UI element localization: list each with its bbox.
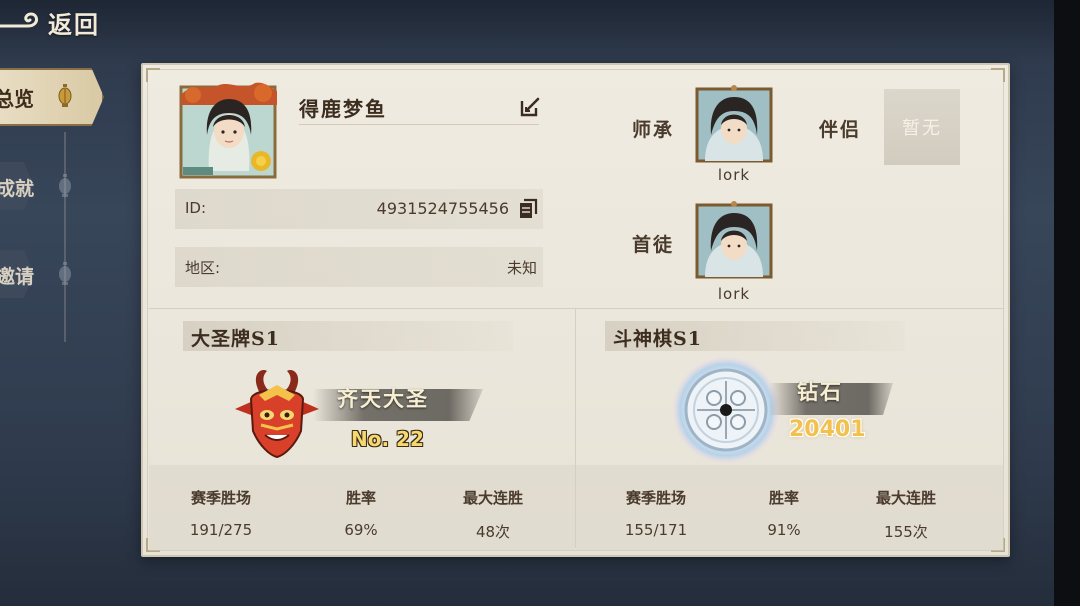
region-label: 地区:	[185, 259, 221, 277]
disciple-avatar[interactable]	[695, 201, 773, 279]
panel-corner	[991, 68, 1005, 82]
partner-slot[interactable]: 暂无	[884, 89, 960, 165]
section-divider	[149, 308, 1004, 309]
stat-win-rate: 胜率 69%	[306, 487, 416, 539]
stat-label: 胜率	[345, 489, 376, 507]
tab-invite-label: 邀请	[0, 265, 35, 288]
tab-achievements[interactable]: 成就	[0, 158, 80, 216]
partner-label: 伴侣	[819, 119, 862, 141]
stat-label: 赛季胜场	[190, 489, 251, 507]
profile-panel: 得鹿梦鱼 ID: 4931524755456 地区: 未知 师承 lork 伴侣…	[141, 63, 1010, 557]
player-name: 得鹿梦鱼	[299, 97, 387, 121]
partner-value: 暂无	[902, 118, 942, 139]
id-label: ID:	[185, 199, 207, 217]
stat-win-rate: 胜率 91%	[729, 487, 839, 539]
master-name: lork	[717, 166, 751, 184]
id-value: 4931524755456	[376, 199, 509, 218]
monkey-king-rank-icon	[235, 370, 319, 459]
mode-title-monkey-card: 大圣牌S1	[191, 328, 280, 350]
lantern-icon	[59, 262, 71, 285]
stat-label: 赛季胜场	[625, 489, 686, 507]
stat-value: 69%	[344, 521, 378, 539]
stat-value: 91%	[767, 521, 801, 539]
stat-season-wins: 赛季胜场 191/275	[166, 487, 276, 539]
stat-value: 155次	[884, 523, 928, 541]
back-swirl-icon	[0, 12, 38, 28]
disciple-label: 首徒	[632, 234, 675, 256]
master-avatar[interactable]	[695, 85, 773, 163]
rank-number: No. 22	[351, 427, 424, 451]
tab-achievements-label: 成就	[0, 177, 35, 200]
stat-value: 48次	[475, 523, 511, 541]
region-row: 地区: 未知	[175, 247, 543, 287]
tab-overview[interactable]: 总览	[0, 68, 112, 126]
copy-icon[interactable]	[517, 198, 539, 220]
stat-season-wins: 赛季胜场 155/171	[601, 487, 711, 539]
stat-label: 最大连胜	[875, 489, 936, 507]
lantern-icon	[58, 84, 72, 107]
tab-overview-label: 总览	[0, 86, 34, 111]
rank-title: 齐天大圣	[337, 386, 429, 411]
lantern-icon	[59, 174, 71, 197]
stat-value: 191/275	[189, 521, 253, 539]
stat-label: 胜率	[768, 489, 799, 507]
screen-edge	[1054, 0, 1080, 606]
mode-title-chess: 斗神棋S1	[613, 328, 702, 350]
panel-corner	[146, 68, 160, 82]
disciple-name: lork	[717, 285, 751, 303]
rank-title: 钻石	[797, 379, 843, 404]
edit-icon[interactable]	[518, 95, 542, 119]
id-row: ID: 4931524755456	[175, 189, 543, 229]
name-underline	[299, 124, 539, 125]
back-label: 返回	[48, 9, 100, 39]
stat-max-streak: 最大连胜 48次	[438, 487, 548, 542]
top-shade	[0, 0, 1054, 60]
back-button[interactable]: 返回	[0, 4, 100, 40]
region-value: 未知	[506, 259, 537, 277]
tab-invite[interactable]: 邀请	[0, 246, 80, 304]
player-avatar[interactable]	[179, 81, 279, 181]
rank-score: 20401	[789, 417, 866, 442]
diamond-rank-icon	[672, 356, 780, 464]
stat-label: 最大连胜	[462, 489, 523, 507]
stat-max-streak: 最大连胜 155次	[851, 487, 961, 542]
master-label: 师承	[632, 119, 675, 141]
stat-value: 155/171	[624, 521, 688, 539]
